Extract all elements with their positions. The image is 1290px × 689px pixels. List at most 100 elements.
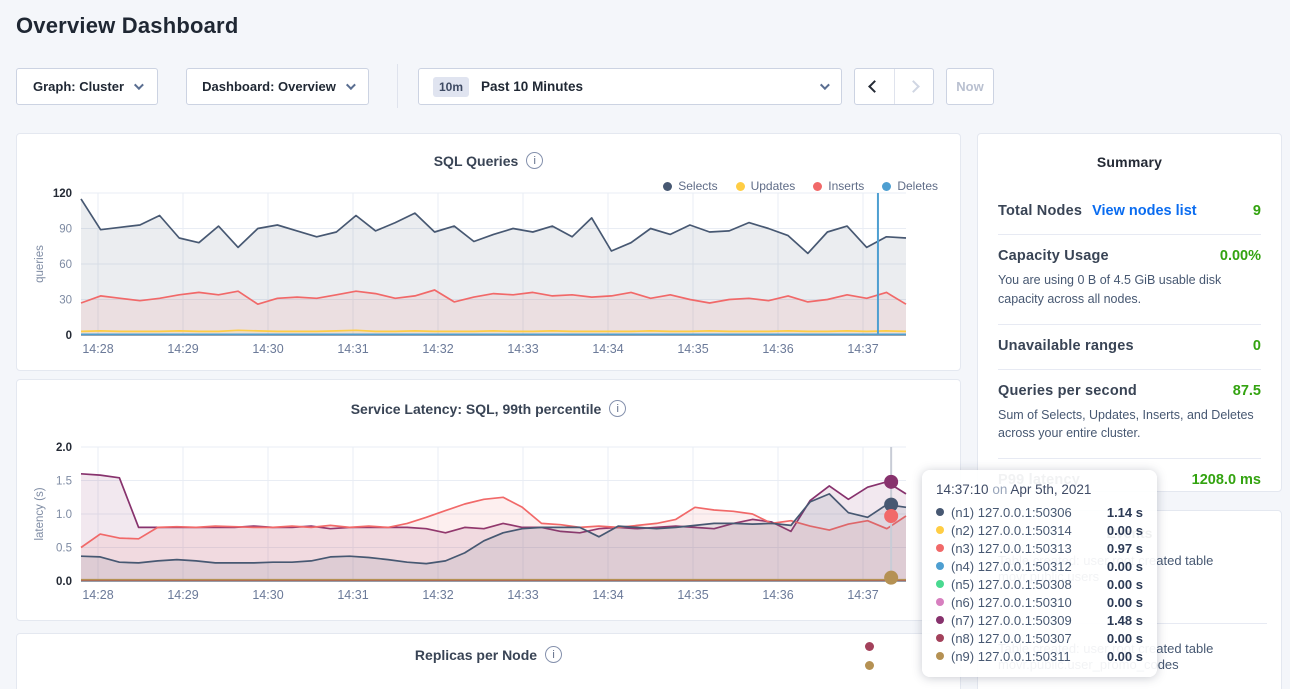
node-address: (n4) 127.0.0.1:50312: [951, 559, 1072, 574]
legend-dot[interactable]: [865, 661, 874, 670]
node-color-dot-icon: [936, 634, 944, 642]
legend-dot[interactable]: [865, 642, 874, 651]
time-range-dropdown[interactable]: 10m Past 10 Minutes: [418, 68, 842, 105]
qps-value: 87.5: [1233, 383, 1261, 399]
overview-dashboard-page: Overview Dashboard Graph: Cluster Dashbo…: [0, 0, 1290, 689]
svg-text:90: 90: [59, 224, 72, 236]
summary-panel: Summary Total Nodes View nodes list 9 Ca…: [977, 133, 1282, 492]
tooltip-node-row: (n3) 127.0.0.1:503130.97 s: [936, 539, 1143, 557]
now-button[interactable]: Now: [946, 68, 994, 105]
node-address: (n2) 127.0.0.1:50314: [951, 523, 1072, 538]
svg-text:14:34: 14:34: [592, 342, 623, 356]
node-color-dot-icon: [936, 652, 944, 660]
node-color-dot-icon: [936, 508, 944, 516]
svg-text:14:28: 14:28: [82, 588, 113, 602]
svg-text:14:36: 14:36: [762, 342, 793, 356]
qps-desc: Sum of Selects, Updates, Inserts, and De…: [998, 406, 1261, 444]
dashboard-dropdown-label: Dashboard: Overview: [202, 79, 336, 94]
tooltip-node-row: (n6) 127.0.0.1:503100.00 s: [936, 593, 1143, 611]
chevron-down-icon: [134, 80, 144, 90]
node-color-dot-icon: [936, 598, 944, 606]
node-color-dot-icon: [936, 616, 944, 624]
view-nodes-list-link[interactable]: View nodes list: [1092, 203, 1197, 219]
range-step-buttons: [854, 68, 934, 105]
stat-unavailable-ranges: Unavailable ranges 0: [998, 324, 1261, 369]
stat-total-nodes: Total Nodes View nodes list 9: [998, 190, 1261, 234]
svg-text:14:34: 14:34: [592, 588, 623, 602]
svg-text:14:28: 14:28: [82, 342, 113, 356]
svg-text:queries: queries: [34, 245, 46, 283]
node-address: (n9) 127.0.0.1:50311: [951, 649, 1071, 664]
node-color-dot-icon: [936, 580, 944, 588]
stat-queries-per-second: Queries per second 87.5 Sum of Selects, …: [998, 369, 1261, 459]
replicas-per-node-title: Replicas per Node i: [17, 646, 960, 663]
tooltip-node-row: (n2) 127.0.0.1:50314 0.00 s: [936, 521, 1143, 539]
prev-range-button[interactable]: [855, 69, 894, 104]
info-icon[interactable]: i: [526, 152, 543, 169]
node-latency-value: 0.97 s: [1107, 541, 1143, 556]
service-latency-title: Service Latency: SQL, 99th percentile i: [17, 400, 960, 417]
svg-text:14:36: 14:36: [762, 588, 793, 602]
svg-text:0: 0: [66, 330, 72, 342]
svg-text:14:30: 14:30: [252, 342, 283, 356]
node-latency-value: 0.00 s: [1107, 649, 1143, 664]
tooltip-node-row: (n1) 127.0.0.1:503061.14 s: [936, 503, 1143, 521]
page-title: Overview Dashboard: [16, 13, 238, 39]
tooltip-node-row: (n8) 127.0.0.1:503070.00 s: [936, 629, 1143, 647]
tooltip-node-row: (n4) 127.0.0.1:50312 0.00 s: [936, 557, 1143, 575]
node-address: (n8) 127.0.0.1:50307: [951, 631, 1072, 646]
svg-text:14:30: 14:30: [252, 588, 283, 602]
svg-text:14:37: 14:37: [847, 588, 878, 602]
chevron-down-icon: [820, 80, 830, 90]
svg-text:14:31: 14:31: [337, 342, 368, 356]
sql-queries-chart[interactable]: 14:28 14:29 14:30 14:31 14:32 14:33 14:34 14:35…: [17, 180, 962, 372]
node-address: (n1) 127.0.0.1:50306: [951, 505, 1072, 520]
svg-text:120: 120: [53, 188, 72, 200]
range-badge: 10m: [433, 77, 469, 97]
svg-text:14:35: 14:35: [677, 342, 708, 356]
total-nodes-value: 9: [1253, 203, 1261, 219]
svg-text:30: 30: [59, 295, 72, 307]
service-latency-chart[interactable]: 14:2814:2914:3014:3114:3214:3314:3414:35…: [17, 434, 962, 622]
unavailable-ranges-value: 0: [1253, 338, 1261, 354]
replicas-per-node-panel: Replicas per Node i: [16, 633, 961, 689]
svg-text:14:32: 14:32: [422, 342, 453, 356]
svg-text:14:29: 14:29: [167, 588, 198, 602]
node-latency-value: 0.00 s: [1107, 577, 1143, 592]
tooltip-node-row: (n9) 127.0.0.1:50311 0.00 s: [936, 647, 1143, 665]
tooltip-timestamp: 14:37:10 on Apr 5th, 2021: [936, 482, 1143, 497]
svg-text:60: 60: [59, 259, 72, 271]
service-latency-panel: Service Latency: SQL, 99th percentile i …: [16, 379, 961, 621]
chevron-down-icon: [346, 80, 356, 90]
svg-text:14:33: 14:33: [507, 342, 538, 356]
svg-text:latency (s): latency (s): [34, 487, 46, 540]
range-label: Past 10 Minutes: [481, 79, 583, 94]
node-latency-value: 1.48 s: [1107, 613, 1143, 628]
node-latency-value: 0.00 s: [1107, 559, 1143, 574]
info-icon[interactable]: i: [609, 400, 626, 417]
dashboard-dropdown[interactable]: Dashboard: Overview: [186, 68, 369, 105]
node-color-dot-icon: [936, 526, 944, 534]
svg-text:14:33: 14:33: [507, 588, 538, 602]
summary-header: Summary: [978, 134, 1281, 190]
svg-text:14:37: 14:37: [847, 342, 878, 356]
svg-text:0.0: 0.0: [56, 576, 72, 588]
controls-divider: [397, 64, 398, 108]
sql-queries-title: SQL Queries i: [17, 152, 960, 169]
graph-dropdown[interactable]: Graph: Cluster: [16, 68, 158, 105]
svg-text:14:29: 14:29: [167, 342, 198, 356]
chevron-left-icon: [868, 80, 881, 93]
node-color-dot-icon: [936, 544, 944, 552]
chart-hover-tooltip: 14:37:10 on Apr 5th, 2021 (n1) 127.0.0.1…: [922, 470, 1157, 677]
node-latency-value: 0.00 s: [1107, 523, 1143, 538]
sql-queries-panel: SQL Queries i SelectsUpdatesInsertsDelet…: [16, 133, 961, 371]
stat-capacity-usage: Capacity Usage 0.00% You are using 0 B o…: [998, 234, 1261, 324]
svg-text:1.0: 1.0: [56, 509, 72, 521]
graph-dropdown-label: Graph: Cluster: [33, 79, 124, 94]
node-address: (n7) 127.0.0.1:50309: [951, 613, 1072, 628]
next-range-button[interactable]: [894, 69, 934, 104]
info-icon[interactable]: i: [545, 646, 562, 663]
tooltip-node-row: (n7) 127.0.0.1:50309 1.48 s: [936, 611, 1143, 629]
p99-latency-value: 1208.0 ms: [1192, 472, 1261, 488]
node-color-dot-icon: [936, 562, 944, 570]
